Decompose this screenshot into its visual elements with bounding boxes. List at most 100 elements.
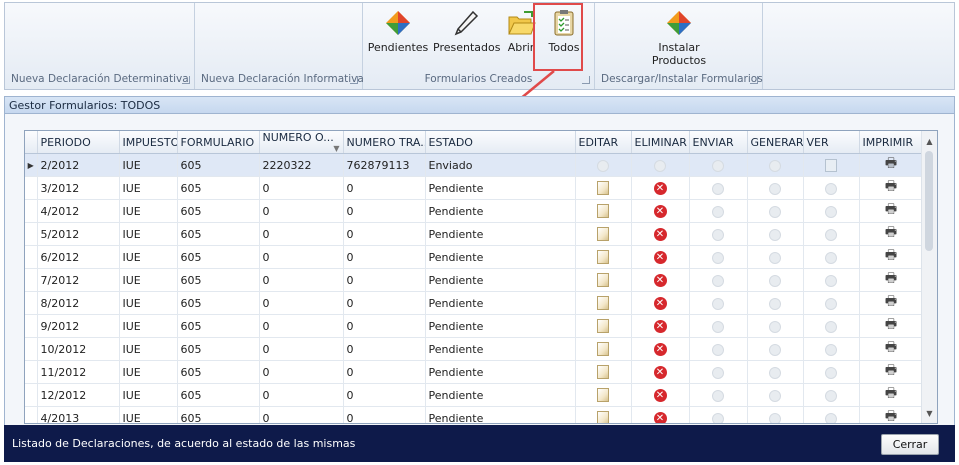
delete-icon[interactable]: ✕ xyxy=(653,411,667,423)
presentados-button[interactable]: Presentados xyxy=(433,9,500,54)
delete-cell[interactable]: ✕ xyxy=(631,406,690,423)
header-formulario[interactable]: FORMULARIO xyxy=(177,131,260,154)
cell-numero-orden[interactable]: 0 xyxy=(259,199,344,223)
cell-formulario[interactable]: 605 xyxy=(177,222,260,246)
edit-document-icon[interactable] xyxy=(597,388,609,402)
table-row[interactable]: 4/2013 IUE 605 0 0 Pendiente ✕ 🖶 xyxy=(25,406,924,423)
delete-cell[interactable]: ✕ xyxy=(631,268,690,292)
delete-icon[interactable]: ✕ xyxy=(653,273,667,287)
delete-cell[interactable]: ✕ xyxy=(631,360,690,384)
cell-impuesto[interactable]: IUE xyxy=(119,222,178,246)
cell-periodo[interactable]: 8/2012 xyxy=(37,291,120,315)
cell-impuesto[interactable]: IUE xyxy=(119,406,178,423)
edit-document-cell[interactable] xyxy=(575,314,632,338)
group-launcher-icon[interactable] xyxy=(582,76,590,84)
delete-icon[interactable]: ✕ xyxy=(653,342,667,356)
table-row[interactable]: 7/2012 IUE 605 0 0 Pendiente ✕ 🖶 xyxy=(25,268,924,292)
cerrar-button[interactable]: Cerrar xyxy=(881,434,939,455)
cell-estado[interactable]: Pendiente xyxy=(425,314,576,338)
cell-estado[interactable]: Pendiente xyxy=(425,222,576,246)
header-enviar[interactable]: ENVIAR xyxy=(689,131,748,154)
table-row[interactable]: 5/2012 IUE 605 0 0 Pendiente ✕ 🖶 xyxy=(25,222,924,246)
row-indicator[interactable] xyxy=(25,176,38,200)
cell-numero-orden[interactable]: 0 xyxy=(259,314,344,338)
cell-estado[interactable]: Pendiente xyxy=(425,199,576,223)
row-indicator[interactable] xyxy=(25,268,38,292)
cell-numero-tra[interactable]: 762879113 xyxy=(343,153,426,177)
delete-cell[interactable]: ✕ xyxy=(631,245,690,269)
edit-document-cell[interactable] xyxy=(575,268,632,292)
cell-numero-tra[interactable]: 0 xyxy=(343,245,426,269)
cell-estado[interactable]: Pendiente xyxy=(425,268,576,292)
printer-icon[interactable]: 🖶 xyxy=(885,315,897,337)
printer-cell[interactable]: 🖶 xyxy=(859,383,924,407)
cell-numero-orden[interactable]: 0 xyxy=(259,291,344,315)
view-document-icon[interactable] xyxy=(825,158,837,172)
header-ver[interactable]: VER xyxy=(803,131,860,154)
cell-numero-tra[interactable]: 0 xyxy=(343,291,426,315)
table-row[interactable]: 12/2012 IUE 605 0 0 Pendiente ✕ 🖶 xyxy=(25,383,924,407)
delete-icon[interactable]: ✕ xyxy=(653,227,667,241)
printer-cell[interactable]: 🖶 xyxy=(859,245,924,269)
delete-cell[interactable]: ✕ xyxy=(631,291,690,315)
edit-document-cell[interactable] xyxy=(575,360,632,384)
cell-numero-orden[interactable]: 0 xyxy=(259,383,344,407)
table-row[interactable]: 10/2012 IUE 605 0 0 Pendiente ✕ 🖶 xyxy=(25,337,924,361)
header-editar[interactable]: EDITAR xyxy=(575,131,632,154)
row-indicator[interactable] xyxy=(25,383,38,407)
printer-cell[interactable]: 🖶 xyxy=(859,337,924,361)
instalar-productos-button[interactable]: Instalar Productos xyxy=(639,9,719,67)
cell-impuesto[interactable]: IUE xyxy=(119,176,178,200)
printer-cell[interactable]: 🖶 xyxy=(859,314,924,338)
printer-cell[interactable]: 🖶 xyxy=(859,360,924,384)
header-impuesto[interactable]: IMPUESTO xyxy=(119,131,178,154)
cell-numero-orden[interactable]: 0 xyxy=(259,245,344,269)
group-launcher-icon[interactable] xyxy=(350,76,358,84)
delete-cell[interactable]: ✕ xyxy=(631,222,690,246)
cell-formulario[interactable]: 605 xyxy=(177,291,260,315)
cell-impuesto[interactable]: IUE xyxy=(119,291,178,315)
printer-icon[interactable]: 🖶 xyxy=(885,223,897,245)
view-document-cell[interactable] xyxy=(803,153,860,177)
printer-icon[interactable]: 🖶 xyxy=(885,154,897,176)
cell-numero-tra[interactable]: 0 xyxy=(343,337,426,361)
table-row[interactable]: 6/2012 IUE 605 0 0 Pendiente ✕ 🖶 xyxy=(25,245,924,269)
row-indicator[interactable] xyxy=(25,406,38,423)
edit-document-icon[interactable] xyxy=(597,273,609,287)
delete-icon[interactable]: ✕ xyxy=(653,319,667,333)
group-launcher-icon[interactable] xyxy=(750,76,758,84)
delete-icon[interactable]: ✕ xyxy=(653,204,667,218)
edit-document-cell[interactable] xyxy=(575,176,632,200)
pendientes-button[interactable]: Pendientes xyxy=(367,9,429,54)
cell-periodo[interactable]: 3/2012 xyxy=(37,176,120,200)
edit-document-cell[interactable] xyxy=(575,222,632,246)
cell-formulario[interactable]: 605 xyxy=(177,199,260,223)
cell-impuesto[interactable]: IUE xyxy=(119,360,178,384)
edit-document-icon[interactable] xyxy=(597,250,609,264)
cell-numero-tra[interactable]: 0 xyxy=(343,222,426,246)
scroll-down-icon[interactable]: ▼ xyxy=(922,406,937,421)
header-numero-orden[interactable]: NUMERO O... ▼ xyxy=(259,131,344,154)
cell-numero-tra[interactable]: 0 xyxy=(343,199,426,223)
edit-document-icon[interactable] xyxy=(597,204,609,218)
table-row[interactable]: 9/2012 IUE 605 0 0 Pendiente ✕ 🖶 xyxy=(25,314,924,338)
cell-impuesto[interactable]: IUE xyxy=(119,268,178,292)
row-indicator[interactable]: ▶ xyxy=(25,153,38,177)
cell-periodo[interactable]: 2/2012 xyxy=(37,153,120,177)
edit-document-icon[interactable] xyxy=(597,319,609,333)
row-indicator[interactable] xyxy=(25,314,38,338)
header-eliminar[interactable]: ELIMINAR xyxy=(631,131,690,154)
cell-numero-tra[interactable]: 0 xyxy=(343,268,426,292)
table-row[interactable]: ▶ 2/2012 IUE 605 2220322 762879113 Enviado 🖶 xyxy=(25,153,924,177)
cell-estado[interactable]: Pendiente xyxy=(425,406,576,423)
cell-periodo[interactable]: 9/2012 xyxy=(37,314,120,338)
edit-document-cell[interactable] xyxy=(575,337,632,361)
printer-cell[interactable]: 🖶 xyxy=(859,176,924,200)
cell-impuesto[interactable]: IUE xyxy=(119,153,178,177)
table-row[interactable]: 8/2012 IUE 605 0 0 Pendiente ✕ 🖶 xyxy=(25,291,924,315)
cell-estado[interactable]: Pendiente xyxy=(425,245,576,269)
edit-document-icon[interactable] xyxy=(597,296,609,310)
cell-impuesto[interactable]: IUE xyxy=(119,337,178,361)
filter-icon[interactable]: ▼ xyxy=(333,144,339,153)
cell-impuesto[interactable]: IUE xyxy=(119,314,178,338)
